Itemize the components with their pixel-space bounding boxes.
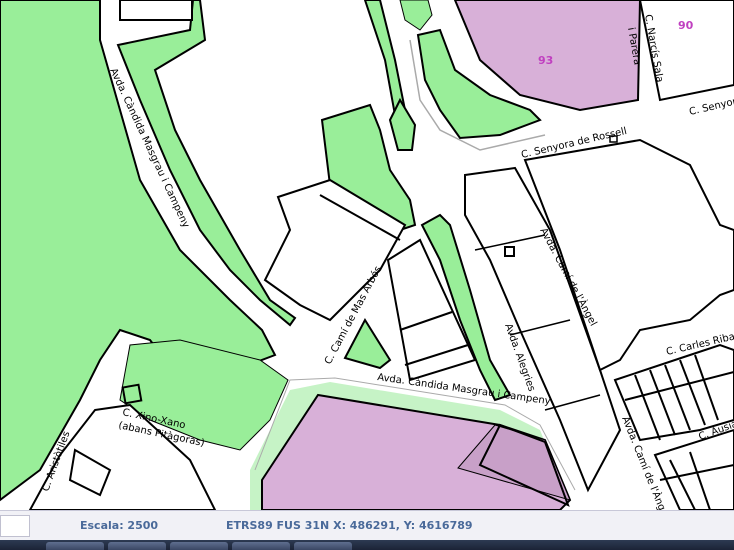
small-square [121,383,143,405]
coordinate-readout: ETRS89 FUS 31N X: 486291, Y: 4616789 [226,519,473,532]
taskbar-button[interactable] [46,542,104,550]
scale-readout: Escala: 2500 [80,519,159,532]
status-bar: Escala: 2500 ETRS89 FUS 31N X: 486291, Y… [0,510,734,541]
map-canvas[interactable]: Avda. Càndida Masgrau i Campeny C. Narcí… [0,0,734,510]
taskbar-button[interactable] [294,542,352,550]
taskbar-button[interactable] [232,542,290,550]
parcel-number: 93 [538,54,553,67]
parcel-number: 90 [678,19,694,32]
taskbar-button[interactable] [108,542,166,550]
taskbar [0,540,734,550]
street-label: C. Senyora [688,95,734,118]
building-top-left [119,0,193,21]
status-field-left [0,515,30,537]
green-thin-strip [363,0,407,117]
taskbar-button[interactable] [170,542,228,550]
green-zone-top [399,0,433,31]
